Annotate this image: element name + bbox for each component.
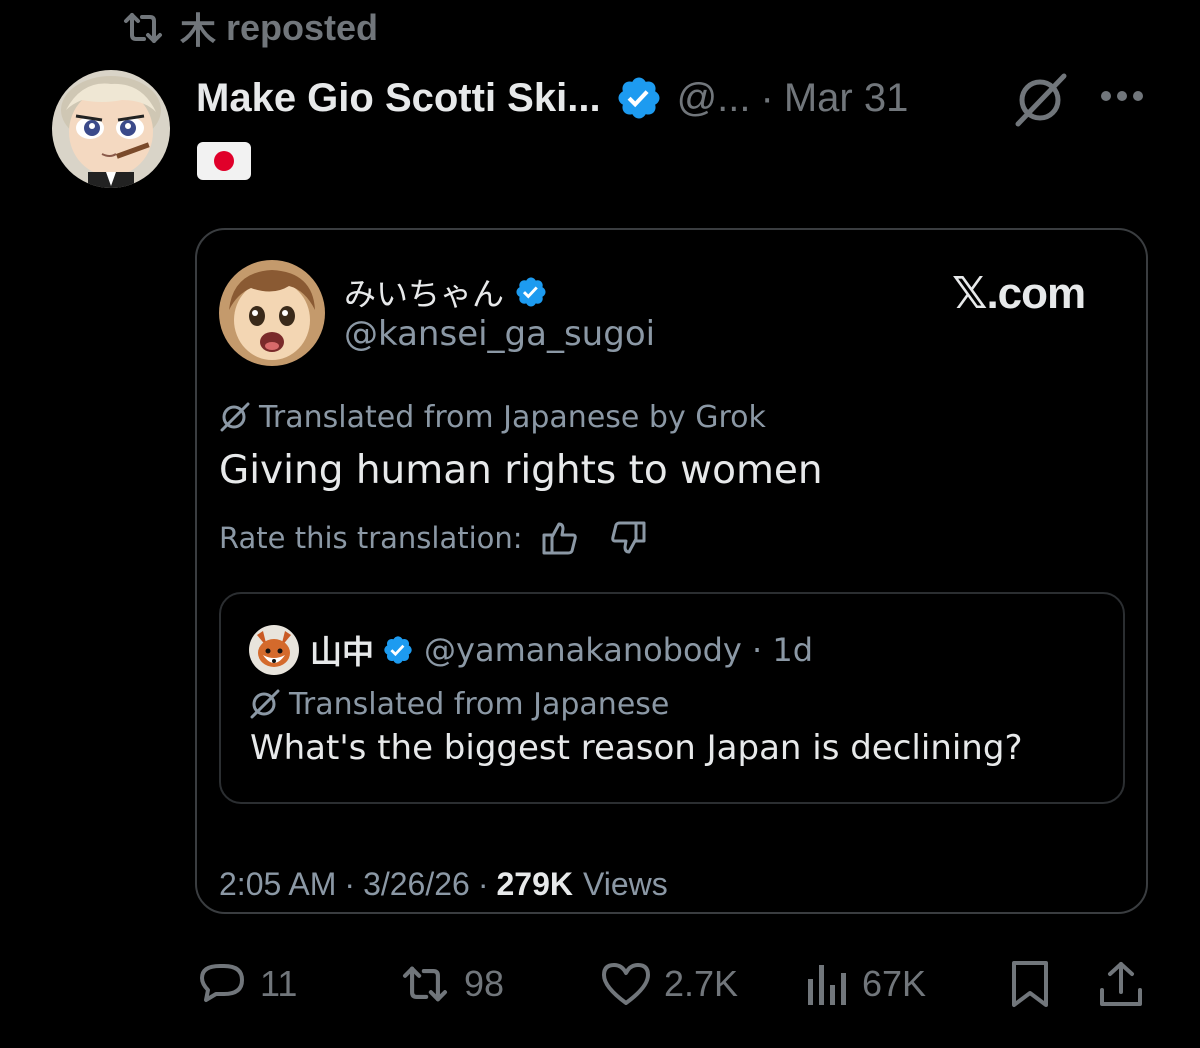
reply-icon	[196, 960, 248, 1008]
quoted-translation-note: Translated from Japanese	[249, 684, 669, 724]
handle[interactable]: @...	[677, 76, 751, 121]
separator: ·	[760, 75, 774, 120]
repost-icon	[398, 963, 452, 1005]
avatar[interactable]	[52, 70, 170, 188]
card-date: 3/26/26	[363, 865, 470, 902]
verified-badge-icon	[514, 275, 548, 309]
like-count: 2.7K	[664, 963, 739, 1004]
translation-note: Translated from Japanese by Grok	[219, 396, 766, 438]
share-icon	[1098, 960, 1144, 1008]
bookmark-button[interactable]	[1010, 956, 1050, 1012]
quoted-author-avatar[interactable]	[249, 625, 299, 675]
quoted-header: 山中 @yamanakanobody · 1d	[310, 628, 813, 672]
repost-button[interactable]: 98	[398, 956, 504, 1012]
rate-translation: Rate this translation:	[219, 516, 647, 560]
quoted-author-handle[interactable]: @yamanakanobody · 1d	[424, 631, 813, 669]
repost-count: 98	[464, 963, 505, 1004]
repost-icon	[120, 11, 166, 45]
grok-icon[interactable]	[1012, 72, 1072, 128]
repost-indicator: 木 reposted	[120, 7, 379, 51]
analytics-icon	[806, 961, 850, 1007]
bookmark-icon	[1010, 959, 1050, 1009]
quoted-author-name[interactable]: 山中	[310, 627, 374, 673]
share-button[interactable]	[1098, 956, 1144, 1012]
embedded-post-card[interactable]	[195, 228, 1148, 914]
quoted-post-text: What's the biggest reason Japan is decli…	[250, 728, 1023, 768]
verified-badge-icon	[382, 634, 414, 666]
heart-icon	[600, 961, 652, 1007]
views-count: 67K	[862, 963, 927, 1004]
separator: ·	[477, 865, 489, 902]
card-author-name-row: みいちゃん	[344, 270, 548, 314]
post-header: Make Gio Scotti Ski... @... · Mar 31	[196, 70, 908, 126]
repost-user[interactable]: 木	[180, 2, 216, 54]
verified-badge-icon	[615, 74, 663, 122]
views-button[interactable]: 67K	[806, 956, 926, 1012]
separator: ·	[344, 865, 356, 902]
translation-note-text: Translated from Japanese by Grok	[259, 399, 766, 435]
rate-label: Rate this translation:	[219, 521, 523, 555]
card-author-avatar[interactable]	[219, 260, 325, 366]
thumbs-up-icon[interactable]	[541, 520, 579, 556]
reply-button[interactable]: 11	[196, 956, 297, 1012]
card-author-name[interactable]: みいちゃん	[344, 269, 504, 315]
card-views-count: 279K	[496, 865, 573, 902]
card-views-label: Views	[582, 865, 668, 902]
quoted-translation-text: Translated from Japanese	[289, 686, 670, 722]
like-button[interactable]: 2.7K	[600, 956, 738, 1012]
thumbs-down-icon[interactable]	[609, 520, 647, 556]
card-timestamp-views: 2:05 AM · 3/26/26 · 279K Views	[219, 862, 668, 906]
grok-icon	[249, 689, 281, 719]
card-post-text: Giving human rights to women	[219, 448, 823, 493]
grok-icon	[219, 402, 251, 432]
post-date[interactable]: Mar 31	[784, 76, 909, 121]
repost-label: reposted	[226, 7, 379, 48]
reply-count: 11	[260, 963, 298, 1004]
more-options-icon[interactable]	[1100, 86, 1144, 106]
card-time: 2:05 AM	[219, 865, 337, 902]
display-name[interactable]: Make Gio Scotti Ski...	[196, 76, 601, 121]
card-author-handle[interactable]: @kansei_ga_sugoi	[344, 314, 655, 354]
x-com-brand: 𝕏.com	[952, 269, 1086, 318]
japan-flag-emoji	[197, 142, 251, 180]
